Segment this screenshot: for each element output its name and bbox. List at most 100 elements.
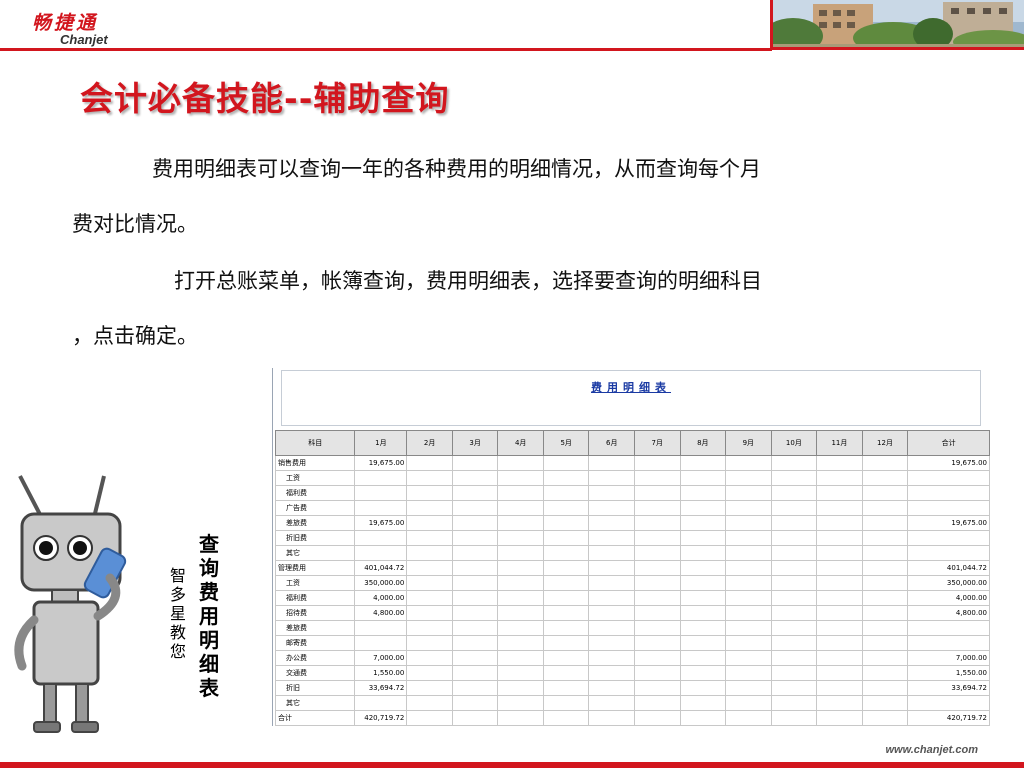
row-month-cell <box>679 650 727 666</box>
row-month-cell <box>770 575 818 591</box>
row-month-cell <box>725 500 772 516</box>
row-month-cell <box>679 680 727 696</box>
row-month-cell <box>406 515 453 531</box>
row-total-cell <box>907 530 990 546</box>
row-month-cell <box>451 650 499 666</box>
row-account-name: 其它 <box>274 545 356 561</box>
row-month-cell <box>816 680 863 696</box>
column-header: 5月 <box>542 430 590 456</box>
row-account-name: 福利费 <box>274 485 356 501</box>
row-month-cell <box>725 635 772 651</box>
row-month-cell <box>588 695 635 711</box>
row-month-cell <box>588 605 635 621</box>
row-month-cell <box>497 575 544 591</box>
row-month-cell <box>770 470 818 486</box>
row-month-cell <box>725 695 772 711</box>
row-month-cell <box>542 635 590 651</box>
row-month-cell <box>679 455 727 471</box>
row-month-cell <box>451 635 499 651</box>
row-account-name: 折旧 <box>274 680 356 696</box>
row-month-cell <box>497 695 544 711</box>
row-month-cell <box>451 560 499 576</box>
row-month-cell <box>588 485 635 501</box>
row-month-cell <box>861 575 909 591</box>
table-row: 折旧费 <box>274 530 990 546</box>
row-month-cell <box>816 710 863 726</box>
row-month-cell <box>406 605 453 621</box>
column-header: 2月 <box>406 430 453 456</box>
row-month-cell <box>816 470 863 486</box>
row-month-cell <box>451 695 499 711</box>
row-account-name: 招待费 <box>274 605 356 621</box>
row-month-cell <box>542 695 590 711</box>
row-month-cell <box>406 695 453 711</box>
table-row: 邮寄费 <box>274 635 990 651</box>
header-divider <box>0 48 772 51</box>
row-month-cell <box>451 710 499 726</box>
row-month-cell <box>634 560 681 576</box>
row-month-cell <box>451 575 499 591</box>
row-month-cell <box>634 545 681 561</box>
row-month-cell <box>406 635 453 651</box>
row-account-name: 交通费 <box>274 665 356 681</box>
row-month-cell <box>588 635 635 651</box>
row-month-cell <box>725 455 772 471</box>
row-total-cell: 1,550.00 <box>907 665 990 681</box>
row-month-cell <box>542 650 590 666</box>
row-month-cell <box>725 665 772 681</box>
row-month-cell <box>816 650 863 666</box>
row-month-cell <box>679 530 727 546</box>
row-month-cell <box>588 665 635 681</box>
row-month-cell <box>770 680 818 696</box>
row-month-cell <box>588 515 635 531</box>
row-month-cell <box>861 620 909 636</box>
row-month-cell: 350,000.00 <box>354 575 408 591</box>
column-header: 6月 <box>588 430 635 456</box>
row-month-cell <box>634 635 681 651</box>
expense-detail-table: 科目 1月 2月 3月 4月 5月 6月 7月 8月 9月 10月 11月 12月 合计 销售费用 19,6… <box>274 430 990 726</box>
row-month-cell <box>406 650 453 666</box>
robot-mascot <box>6 470 186 738</box>
row-month-cell <box>406 665 453 681</box>
row-month-cell <box>542 545 590 561</box>
paragraph-2-line-2: ，点击确定。 <box>72 324 198 348</box>
row-month-cell <box>497 515 544 531</box>
row-month-cell <box>679 710 727 726</box>
caption-query-expense-detail: 查询费用明细表 <box>199 532 219 700</box>
row-month-cell <box>861 635 909 651</box>
row-month-cell <box>816 605 863 621</box>
row-month-cell <box>725 575 772 591</box>
row-month-cell: 401,044.72 <box>354 560 408 576</box>
row-month-cell <box>588 650 635 666</box>
row-total-cell: 401,044.72 <box>907 560 990 576</box>
row-month-cell <box>497 710 544 726</box>
row-month-cell: 1,550.00 <box>354 665 408 681</box>
row-month-cell <box>588 710 635 726</box>
row-month-cell <box>679 545 727 561</box>
row-account-name: 折旧费 <box>274 530 356 546</box>
row-month-cell <box>451 500 499 516</box>
row-month-cell <box>497 530 544 546</box>
column-header: 7月 <box>634 430 681 456</box>
row-month-cell <box>634 500 681 516</box>
row-month-cell <box>588 575 635 591</box>
row-month-cell <box>354 530 408 546</box>
logo-chinese: 畅捷通 <box>32 12 99 34</box>
row-month-cell: 33,694.72 <box>354 680 408 696</box>
row-month-cell: 420,719.72 <box>354 710 408 726</box>
table-row: 交通费 1,550.00 1,550.00 <box>274 665 990 681</box>
table-body: 销售费用 19,675.00 19,675.00 工资 福利费 广告费 差旅费 19,675.… <box>274 455 990 726</box>
row-month-cell <box>634 455 681 471</box>
row-month-cell <box>497 665 544 681</box>
row-month-cell <box>634 665 681 681</box>
column-header: 11月 <box>816 430 863 456</box>
row-month-cell <box>861 470 909 486</box>
row-month-cell <box>354 695 408 711</box>
row-month-cell <box>816 590 863 606</box>
row-month-cell <box>634 620 681 636</box>
row-month-cell <box>542 680 590 696</box>
row-month-cell <box>861 485 909 501</box>
row-month-cell <box>679 605 727 621</box>
row-month-cell <box>770 455 818 471</box>
row-month-cell <box>634 680 681 696</box>
